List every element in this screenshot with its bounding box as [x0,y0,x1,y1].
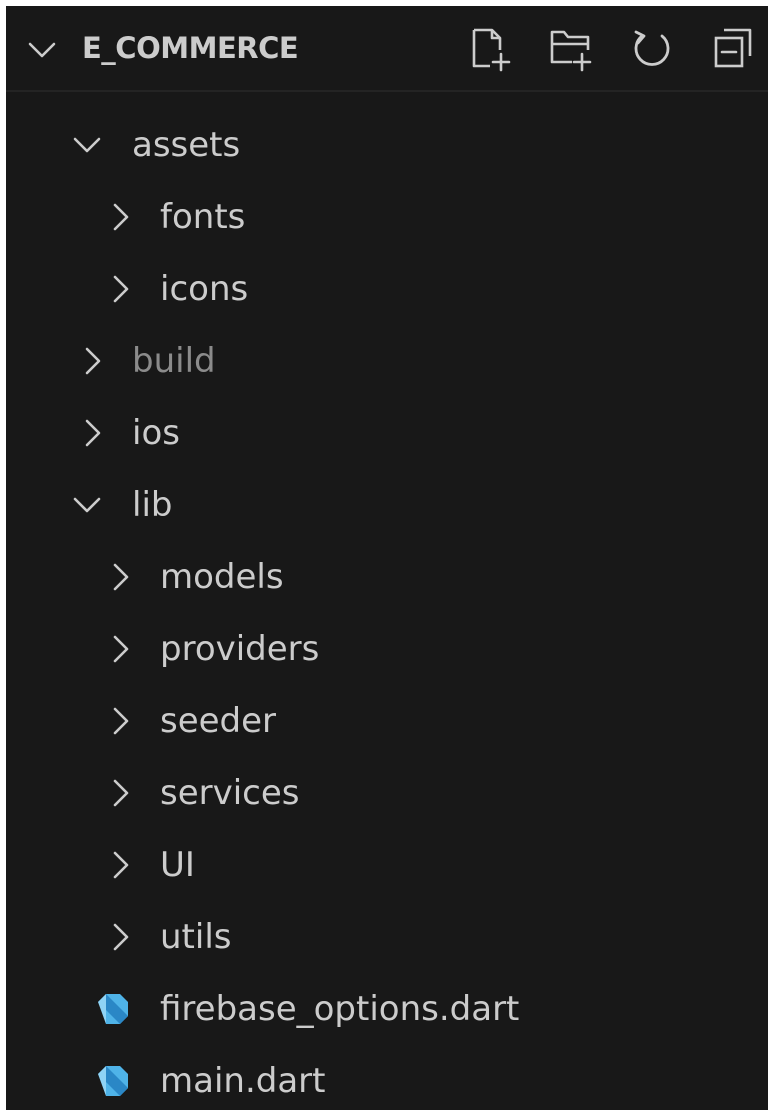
refresh-button[interactable] [628,26,674,72]
tree-item-label: firebase_options.dart [160,989,520,1029]
tree-item-icons[interactable]: icons [6,254,768,326]
tree-item-seeder[interactable]: seeder [6,686,768,758]
chevron-right-icon [113,203,129,231]
tree-item-label: assets [132,125,241,165]
tree-item-label: build [132,341,216,381]
refresh-icon [634,30,670,66]
tree-item-label: models [160,557,284,597]
tree-item-label: UI [160,845,195,885]
chevron-right-icon [113,851,129,879]
chevron-right-icon [85,347,101,375]
tree-item-ui[interactable]: UI [6,830,768,902]
tree-item-label: utils [160,917,232,957]
tree-item-utils[interactable]: utils [6,902,768,974]
explorer-header[interactable]: E_COMMERCE [6,6,768,92]
tree-item-models[interactable]: models [6,542,768,614]
tree-item-assets[interactable]: assets [6,110,768,182]
tree-item-lib[interactable]: lib [6,470,768,542]
chevron-down-icon [73,137,101,153]
tree-item-label: icons [160,269,249,309]
chevron-right-icon [113,779,129,807]
chevron-right-icon [113,563,129,591]
chevron-right-icon [113,635,129,663]
explorer-actions [462,26,768,72]
tree-item-label: providers [160,629,320,669]
tree-item-label: seeder [160,701,277,741]
tree-item-label: main.dart [160,1061,326,1101]
chevron-right-icon [113,923,129,951]
collapse-all-button[interactable] [710,26,756,72]
chevron-right-icon [85,419,101,447]
new-file-button[interactable] [468,26,514,72]
tree-item-main-dart[interactable]: main.dart [6,1046,768,1110]
new-folder-icon [550,30,592,72]
collapse-all-icon [714,28,752,68]
tree-item-label: ios [132,413,180,453]
tree-item-providers[interactable]: providers [6,614,768,686]
new-file-icon [472,28,511,72]
tree-item-ios[interactable]: ios [6,398,768,470]
project-title[interactable]: E_COMMERCE [82,28,299,68]
tree-item-label: services [160,773,300,813]
dart-file-icon [98,994,128,1024]
tree-item-services[interactable]: services [6,758,768,830]
tree-item-label: lib [132,485,173,525]
tree-item-build[interactable]: build [6,326,768,398]
dart-file-icon [98,1066,128,1096]
tree-item-fonts[interactable]: fonts [6,182,768,254]
tree-item-label: fonts [160,197,246,237]
chevron-right-icon [113,707,129,735]
chevron-down-icon[interactable] [26,34,58,66]
explorer-panel: E_COMMERCE assets fonts icons build ios … [6,6,768,1110]
chevron-down-icon [73,497,101,513]
new-folder-button[interactable] [548,26,594,72]
chevron-right-icon [113,275,129,303]
tree-item-firebase-options[interactable]: firebase_options.dart [6,974,768,1046]
